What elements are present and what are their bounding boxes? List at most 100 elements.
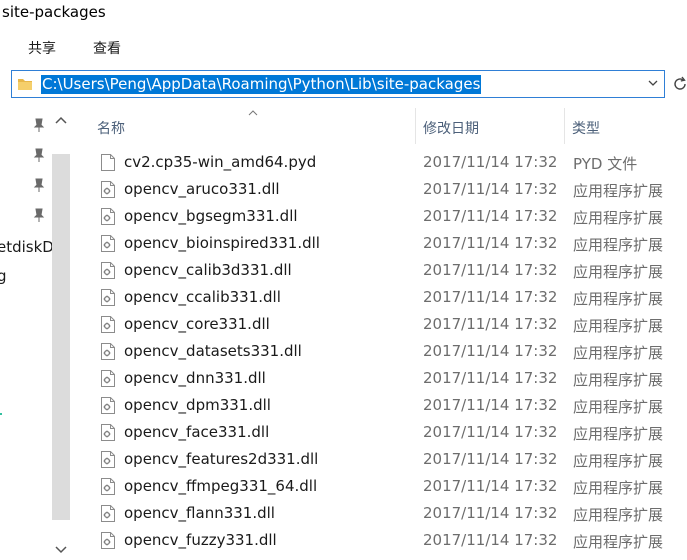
ribbon: 共享 查看 <box>0 34 687 60</box>
address-path[interactable]: C:\Users\Peng\AppData\Roaming\Python\Lib… <box>41 75 482 94</box>
refresh-icon[interactable] <box>672 76 687 92</box>
file-name[interactable]: opencv_ffmpeg331_64.dll <box>124 477 317 495</box>
file-type: 应用程序扩展 <box>573 236 664 254</box>
file-date: 2017/11/14 17:32 <box>423 342 558 360</box>
file-date: 2017/11/14 17:32 <box>423 396 558 414</box>
file-date: 2017/11/14 17:32 <box>423 261 558 279</box>
pin-icon[interactable] <box>33 178 45 192</box>
dll-file-icon <box>101 235 115 252</box>
file-icon <box>101 154 115 171</box>
file-date: 2017/11/14 17:32 <box>423 504 558 522</box>
file-row[interactable]: opencv_bioinspired331.dll 2017/11/14 17:3… <box>82 231 687 258</box>
file-type: 应用程序扩展 <box>573 263 664 281</box>
file-type: 应用程序扩展 <box>573 182 664 200</box>
file-name[interactable]: opencv_flann331.dll <box>124 504 275 522</box>
file-type: 应用程序扩展 <box>573 290 664 308</box>
file-name[interactable]: opencv_aruco331.dll <box>124 180 280 198</box>
dll-file-icon <box>101 424 115 441</box>
file-name[interactable]: opencv_dnn331.dll <box>124 369 266 387</box>
file-name[interactable]: opencv_features2d331.dll <box>124 450 318 468</box>
dll-file-icon <box>101 451 115 468</box>
file-type: 应用程序扩展 <box>573 425 664 443</box>
file-date: 2017/11/14 17:32 <box>423 180 558 198</box>
folder-icon <box>18 79 32 90</box>
file-date: 2017/11/14 17:32 <box>423 531 558 549</box>
scroll-up-icon[interactable] <box>55 116 67 124</box>
file-date: 2017/11/14 17:32 <box>423 315 558 333</box>
column-name[interactable]: 名称 <box>97 118 125 138</box>
window-title: site-packages <box>2 3 106 21</box>
file-row[interactable]: opencv_face331.dll 2017/11/14 17:32 应用程序扩展 <box>82 420 687 447</box>
file-name[interactable]: opencv_bioinspired331.dll <box>124 234 320 252</box>
file-row[interactable]: opencv_fuzzy331.dll 2017/11/14 17:32 应用程序扩… <box>82 528 687 555</box>
file-row[interactable]: opencv_ffmpeg331_64.dll 2017/11/14 17:32 应… <box>82 474 687 501</box>
dll-file-icon <box>101 505 115 522</box>
scroll-down-icon[interactable] <box>55 546 67 554</box>
nav-scrollbar[interactable] <box>52 108 70 560</box>
file-type: 应用程序扩展 <box>573 452 664 470</box>
pin-icon[interactable] <box>33 148 45 162</box>
file-type: PYD 文件 <box>573 155 638 173</box>
file-row[interactable]: opencv_dpm331.dll 2017/11/14 17:32 应用程序扩展 <box>82 393 687 420</box>
file-date: 2017/11/14 17:32 <box>423 423 558 441</box>
dll-file-icon <box>101 532 115 549</box>
sort-ascending-icon <box>248 110 258 116</box>
file-name[interactable]: opencv_face331.dll <box>124 423 269 441</box>
file-type: 应用程序扩展 <box>573 344 664 362</box>
file-row[interactable]: opencv_features2d331.dll 2017/11/14 17:32… <box>82 447 687 474</box>
file-date: 2017/11/14 17:32 <box>423 207 558 225</box>
file-date: 2017/11/14 17:32 <box>423 450 558 468</box>
file-type: 应用程序扩展 <box>573 371 664 389</box>
dll-file-icon <box>101 208 115 225</box>
file-date: 2017/11/14 17:32 <box>423 288 558 306</box>
file-row[interactable]: opencv_bgsegm331.dll 2017/11/14 17:32 应用程序… <box>82 204 687 231</box>
file-date: 2017/11/14 17:32 <box>423 153 558 171</box>
dll-file-icon <box>101 262 115 279</box>
file-type: 应用程序扩展 <box>573 533 664 551</box>
file-row[interactable]: opencv_flann331.dll 2017/11/14 17:32 应用程序扩… <box>82 501 687 528</box>
dll-file-icon <box>101 181 115 198</box>
file-type: 应用程序扩展 <box>573 317 664 335</box>
file-row[interactable]: opencv_core331.dll 2017/11/14 17:32 应用程序扩展 <box>82 312 687 339</box>
dll-file-icon <box>101 478 115 495</box>
column-type[interactable]: 类型 <box>572 118 600 138</box>
file-type: 应用程序扩展 <box>573 479 664 497</box>
file-name[interactable]: opencv_dpm331.dll <box>124 396 271 414</box>
file-type: 应用程序扩展 <box>573 209 664 227</box>
dll-file-icon <box>101 316 115 333</box>
scroll-thumb[interactable] <box>52 154 70 520</box>
tab-share[interactable]: 共享 <box>28 38 56 58</box>
dll-file-icon <box>101 289 115 306</box>
chevron-down-icon[interactable] <box>647 77 659 89</box>
address-bar[interactable]: C:\Users\Peng\AppData\Roaming\Python\Lib… <box>11 70 665 98</box>
file-name[interactable]: opencv_fuzzy331.dll <box>124 531 277 549</box>
column-date[interactable]: 修改日期 <box>423 118 479 138</box>
file-name[interactable]: opencv_core331.dll <box>124 315 270 333</box>
dll-file-icon <box>101 397 115 414</box>
nav-item[interactable]: g <box>0 267 7 285</box>
file-row[interactable]: opencv_dnn331.dll 2017/11/14 17:32 应用程序扩展 <box>82 366 687 393</box>
file-date: 2017/11/14 17:32 <box>423 477 558 495</box>
file-name[interactable]: opencv_ccalib331.dll <box>124 288 281 306</box>
pin-icon[interactable] <box>33 118 45 132</box>
file-row[interactable]: opencv_ccalib331.dll 2017/11/14 17:32 应用程序… <box>82 285 687 312</box>
column-divider[interactable] <box>564 108 565 144</box>
file-row[interactable]: opencv_datasets331.dll 2017/11/14 17:32 应用… <box>82 339 687 366</box>
file-row[interactable]: cv2.cp35-win_amd64.pyd 2017/11/14 17:32 PY… <box>82 150 687 177</box>
pin-icon[interactable] <box>33 208 45 222</box>
file-row[interactable]: opencv_aruco331.dll 2017/11/14 17:32 应用程序扩… <box>82 177 687 204</box>
file-name[interactable]: opencv_calib3d331.dll <box>124 261 292 279</box>
dll-file-icon <box>101 343 115 360</box>
nav-marker <box>0 413 2 415</box>
file-type: 应用程序扩展 <box>573 398 664 416</box>
file-name[interactable]: opencv_bgsegm331.dll <box>124 207 298 225</box>
column-divider[interactable] <box>415 108 416 144</box>
file-date: 2017/11/14 17:32 <box>423 369 558 387</box>
file-date: 2017/11/14 17:32 <box>423 234 558 252</box>
file-name[interactable]: cv2.cp35-win_amd64.pyd <box>124 153 316 171</box>
tab-view[interactable]: 查看 <box>93 38 121 58</box>
file-row[interactable]: opencv_calib3d331.dll 2017/11/14 17:32 应用程… <box>82 258 687 285</box>
dll-file-icon <box>101 370 115 387</box>
file-name[interactable]: opencv_datasets331.dll <box>124 342 302 360</box>
column-header: 名称 修改日期 类型 <box>82 108 687 144</box>
